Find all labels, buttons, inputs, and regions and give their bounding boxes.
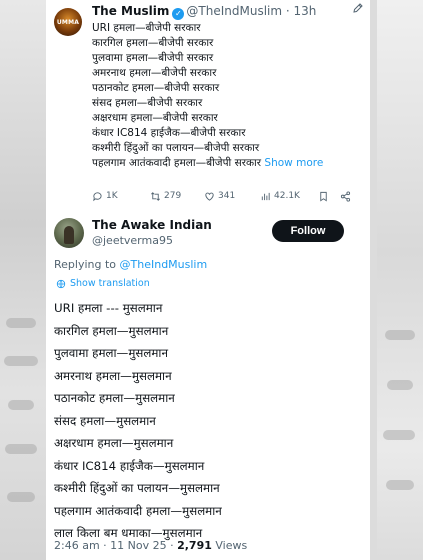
blurred-text-line [386, 480, 414, 490]
quoted-text-line: अक्षरधाम हमला—बीजेपी सरकार [92, 112, 218, 124]
follow-button[interactable]: Follow [272, 220, 344, 242]
translate-globe-icon [56, 279, 66, 288]
blurred-text-line [383, 430, 415, 440]
tweet-text-line: पुलवामा हमला—मुसलमान [54, 346, 169, 360]
replying-to-prefix: Replying to [54, 258, 120, 271]
header-separator: · [282, 4, 294, 18]
quoted-text-line-last: पहलगाम आतंकवादी हमला—बीजेपी सरकार Show m… [92, 156, 368, 171]
like-icon [205, 192, 214, 201]
tweet-text-line: अक्षरधाम हमला—मुसलमान [54, 436, 174, 450]
tweet-card: UMMA The Muslim ✓ @TheIndMuslim · 13h URI … [46, 0, 370, 560]
quoted-tweet-header: The Muslim ✓ @TheIndMuslim · 13h [92, 4, 362, 20]
like-count: 341 [218, 191, 236, 201]
quoted-text-line: पठानकोट हमला—बीजेपी सरकार [92, 82, 220, 94]
quoted-text-line: कश्मीरी हिंदुओं का पलायन—बीजेपी सरकार [92, 142, 260, 154]
tweet-timestamp[interactable]: 2:46 am · 11 Nov 25 · [54, 539, 177, 552]
tweet-text-line: कारगिल हमला—मुसलमान [54, 323, 169, 338]
author-avatar[interactable] [54, 218, 84, 248]
quoted-text-line: संसद हमला—बीजेपी सरकार [92, 97, 203, 109]
tweet-text-line: अमरनाथ हमला—मुसलमान [54, 368, 172, 383]
blurred-background-left [0, 0, 46, 560]
avatar-figure [64, 226, 74, 244]
author-handle[interactable]: @jeetverma95 [92, 234, 173, 247]
quoted-author-handle[interactable]: @TheIndMuslim [186, 4, 282, 18]
reply-count: 1K [106, 191, 118, 201]
tweet-text-line: पहलगाम आतंकवादी हमला—मुसलमान [54, 503, 222, 518]
blurred-text-line [7, 492, 35, 502]
repost-icon [151, 191, 160, 201]
tweet-views-label: Views [211, 539, 248, 552]
quoted-text-line: कंधार IC814 हाईजैक—बीजेपी सरकार [92, 127, 246, 139]
views-action[interactable]: 42.1K [260, 188, 300, 204]
quoted-text-line: पुलवामा हमला—बीजेपी सरकार [92, 52, 214, 64]
blurred-text-line [6, 318, 36, 328]
quoted-text-line: URI हमला—बीजेपी सरकार [92, 22, 201, 34]
quoted-tweet-stats: 1K 279 341 42.1K [92, 188, 360, 204]
quoted-author-name[interactable]: The Muslim [92, 4, 169, 18]
quoted-avatar-logo-text: UMMA [56, 18, 80, 26]
quoted-tweet-time[interactable]: 13h [294, 4, 317, 18]
bookmark-icon [320, 191, 327, 201]
repost-count: 279 [164, 191, 182, 201]
reply-action[interactable]: 1K [92, 188, 118, 204]
quoted-text-line: कारगिल हमला—बीजेपी सरकार [92, 37, 214, 49]
tweet-text-line: संसद हमला—मुसलमान [54, 413, 156, 428]
repost-action[interactable]: 279 [150, 188, 181, 204]
tweet-meta: 2:46 am · 11 Nov 25 · 2,791 Views [54, 539, 247, 552]
like-action[interactable]: 341 [204, 188, 235, 204]
reply-icon [93, 191, 102, 201]
quoted-text-last: पहलगाम आतंकवादी हमला—बीजेपी सरकार [92, 157, 262, 169]
blurred-background-right [377, 0, 423, 560]
verified-badge-icon: ✓ [172, 8, 185, 20]
show-translation-label: Show translation [70, 278, 150, 289]
author-name[interactable]: The Awake Indian [92, 218, 212, 232]
more-options-icon[interactable] [352, 2, 364, 17]
blurred-text-line [5, 444, 37, 454]
views-icon [261, 192, 270, 200]
tweet-text: URI हमला --- मुसलमान कारगिल हमला—मुसलमान… [54, 297, 366, 545]
share-icon [340, 190, 351, 202]
tweet-text-line: पठानकोट हमला—मुसलमान [54, 391, 175, 405]
show-translation-link[interactable]: Show translation [56, 278, 150, 289]
show-more-link[interactable]: Show more [264, 157, 323, 169]
replying-to-line: Replying to @TheIndMuslim [54, 258, 207, 271]
tweet-text-line: URI हमला --- मुसलमान [54, 301, 163, 315]
blurred-text-line [385, 330, 415, 340]
quoted-tweet-text: URI हमला—बीजेपी सरकार कारगिल हमला—बीजेपी… [92, 21, 368, 171]
main-tweet: The Awake Indian @jeetverma95 Follow Rep… [46, 208, 370, 560]
quoted-avatar[interactable]: UMMA [54, 8, 82, 36]
replying-to-mention[interactable]: @TheIndMuslim [120, 258, 208, 271]
bookmark-action[interactable] [318, 188, 329, 204]
quoted-tweet[interactable]: UMMA The Muslim ✓ @TheIndMuslim · 13h URI … [46, 0, 370, 208]
tweet-text-line: कश्मीरी हिंदुओं का पलायन—मुसलमान [54, 481, 220, 495]
blurred-text-line [4, 356, 38, 366]
views-count: 42.1K [274, 191, 300, 201]
share-action[interactable] [340, 188, 351, 204]
tweet-views-count: 2,791 [177, 539, 212, 552]
blurred-text-line [387, 380, 413, 390]
tweet-text-line: कंधार IC814 हाईजैक—मुसलमान [54, 458, 205, 473]
blurred-text-line [8, 400, 34, 410]
quoted-text-line: अमरनाथ हमला—बीजेपी सरकार [92, 67, 217, 79]
